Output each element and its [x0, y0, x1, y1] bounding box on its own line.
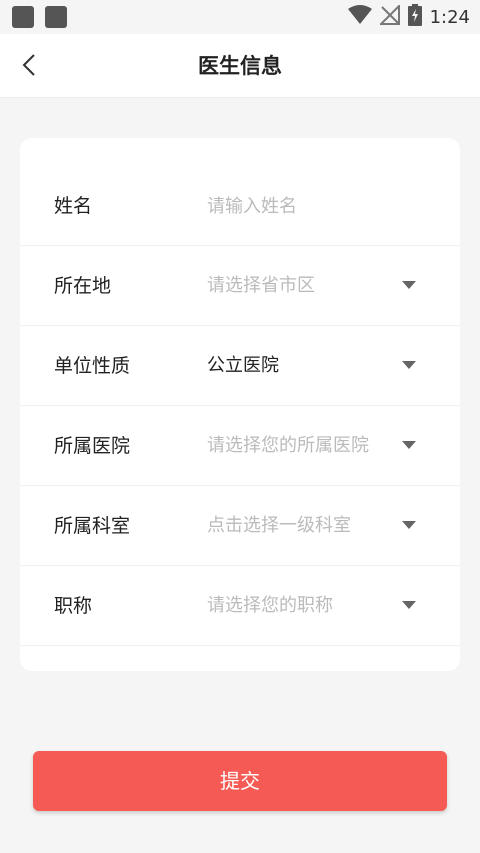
- chevron-left-icon: [22, 54, 35, 76]
- page-title: 医生信息: [198, 54, 282, 78]
- hospital-select[interactable]: 请选择您的所属医院: [207, 406, 407, 486]
- back-button[interactable]: [12, 48, 46, 82]
- status-bar: 1:24: [0, 0, 480, 34]
- name-label: 姓名: [54, 195, 93, 217]
- no-signal-icon: [378, 3, 400, 29]
- form-row-title[interactable]: 职称 请选择您的职称: [20, 566, 460, 646]
- caret-down-icon[interactable]: [402, 360, 416, 370]
- location-label: 所在地: [54, 275, 112, 297]
- battery-charging-icon: [407, 4, 422, 30]
- notification-square-icon: [45, 6, 67, 28]
- caret-down-icon[interactable]: [402, 520, 416, 530]
- department-label: 所属科室: [54, 515, 131, 537]
- unit-type-select[interactable]: 公立医院: [207, 326, 407, 406]
- hospital-label: 所属医院: [54, 435, 131, 457]
- caret-down-icon[interactable]: [402, 600, 416, 610]
- form-row-hospital[interactable]: 所属医院 请选择您的所属医院: [20, 406, 460, 486]
- name-input[interactable]: [207, 186, 437, 226]
- doctor-info-form: 姓名 所在地 请选择省市区 单位性质 公立医院 所属医院 请选择您的所属医院 所…: [20, 138, 460, 671]
- nav-bar: 医生信息: [0, 34, 480, 98]
- caret-down-icon[interactable]: [402, 280, 416, 290]
- title-select[interactable]: 请选择您的职称: [207, 566, 407, 646]
- notification-square-icon: [12, 6, 34, 28]
- wifi-icon: [347, 5, 372, 29]
- location-select[interactable]: 请选择省市区: [207, 246, 407, 326]
- status-icons: 1:24: [347, 3, 470, 30]
- form-row-location[interactable]: 所在地 请选择省市区: [20, 246, 460, 326]
- form-row-name: 姓名: [20, 166, 460, 246]
- title-label: 职称: [54, 595, 93, 617]
- form-row-department[interactable]: 所属科室 点击选择一级科室: [20, 486, 460, 566]
- submit-button[interactable]: 提交: [33, 751, 447, 811]
- department-select[interactable]: 点击选择一级科室: [207, 486, 407, 566]
- caret-down-icon[interactable]: [402, 440, 416, 450]
- form-row-unit-type[interactable]: 单位性质 公立医院: [20, 326, 460, 406]
- unit-type-label: 单位性质: [54, 355, 131, 377]
- clock: 1:24: [429, 6, 470, 28]
